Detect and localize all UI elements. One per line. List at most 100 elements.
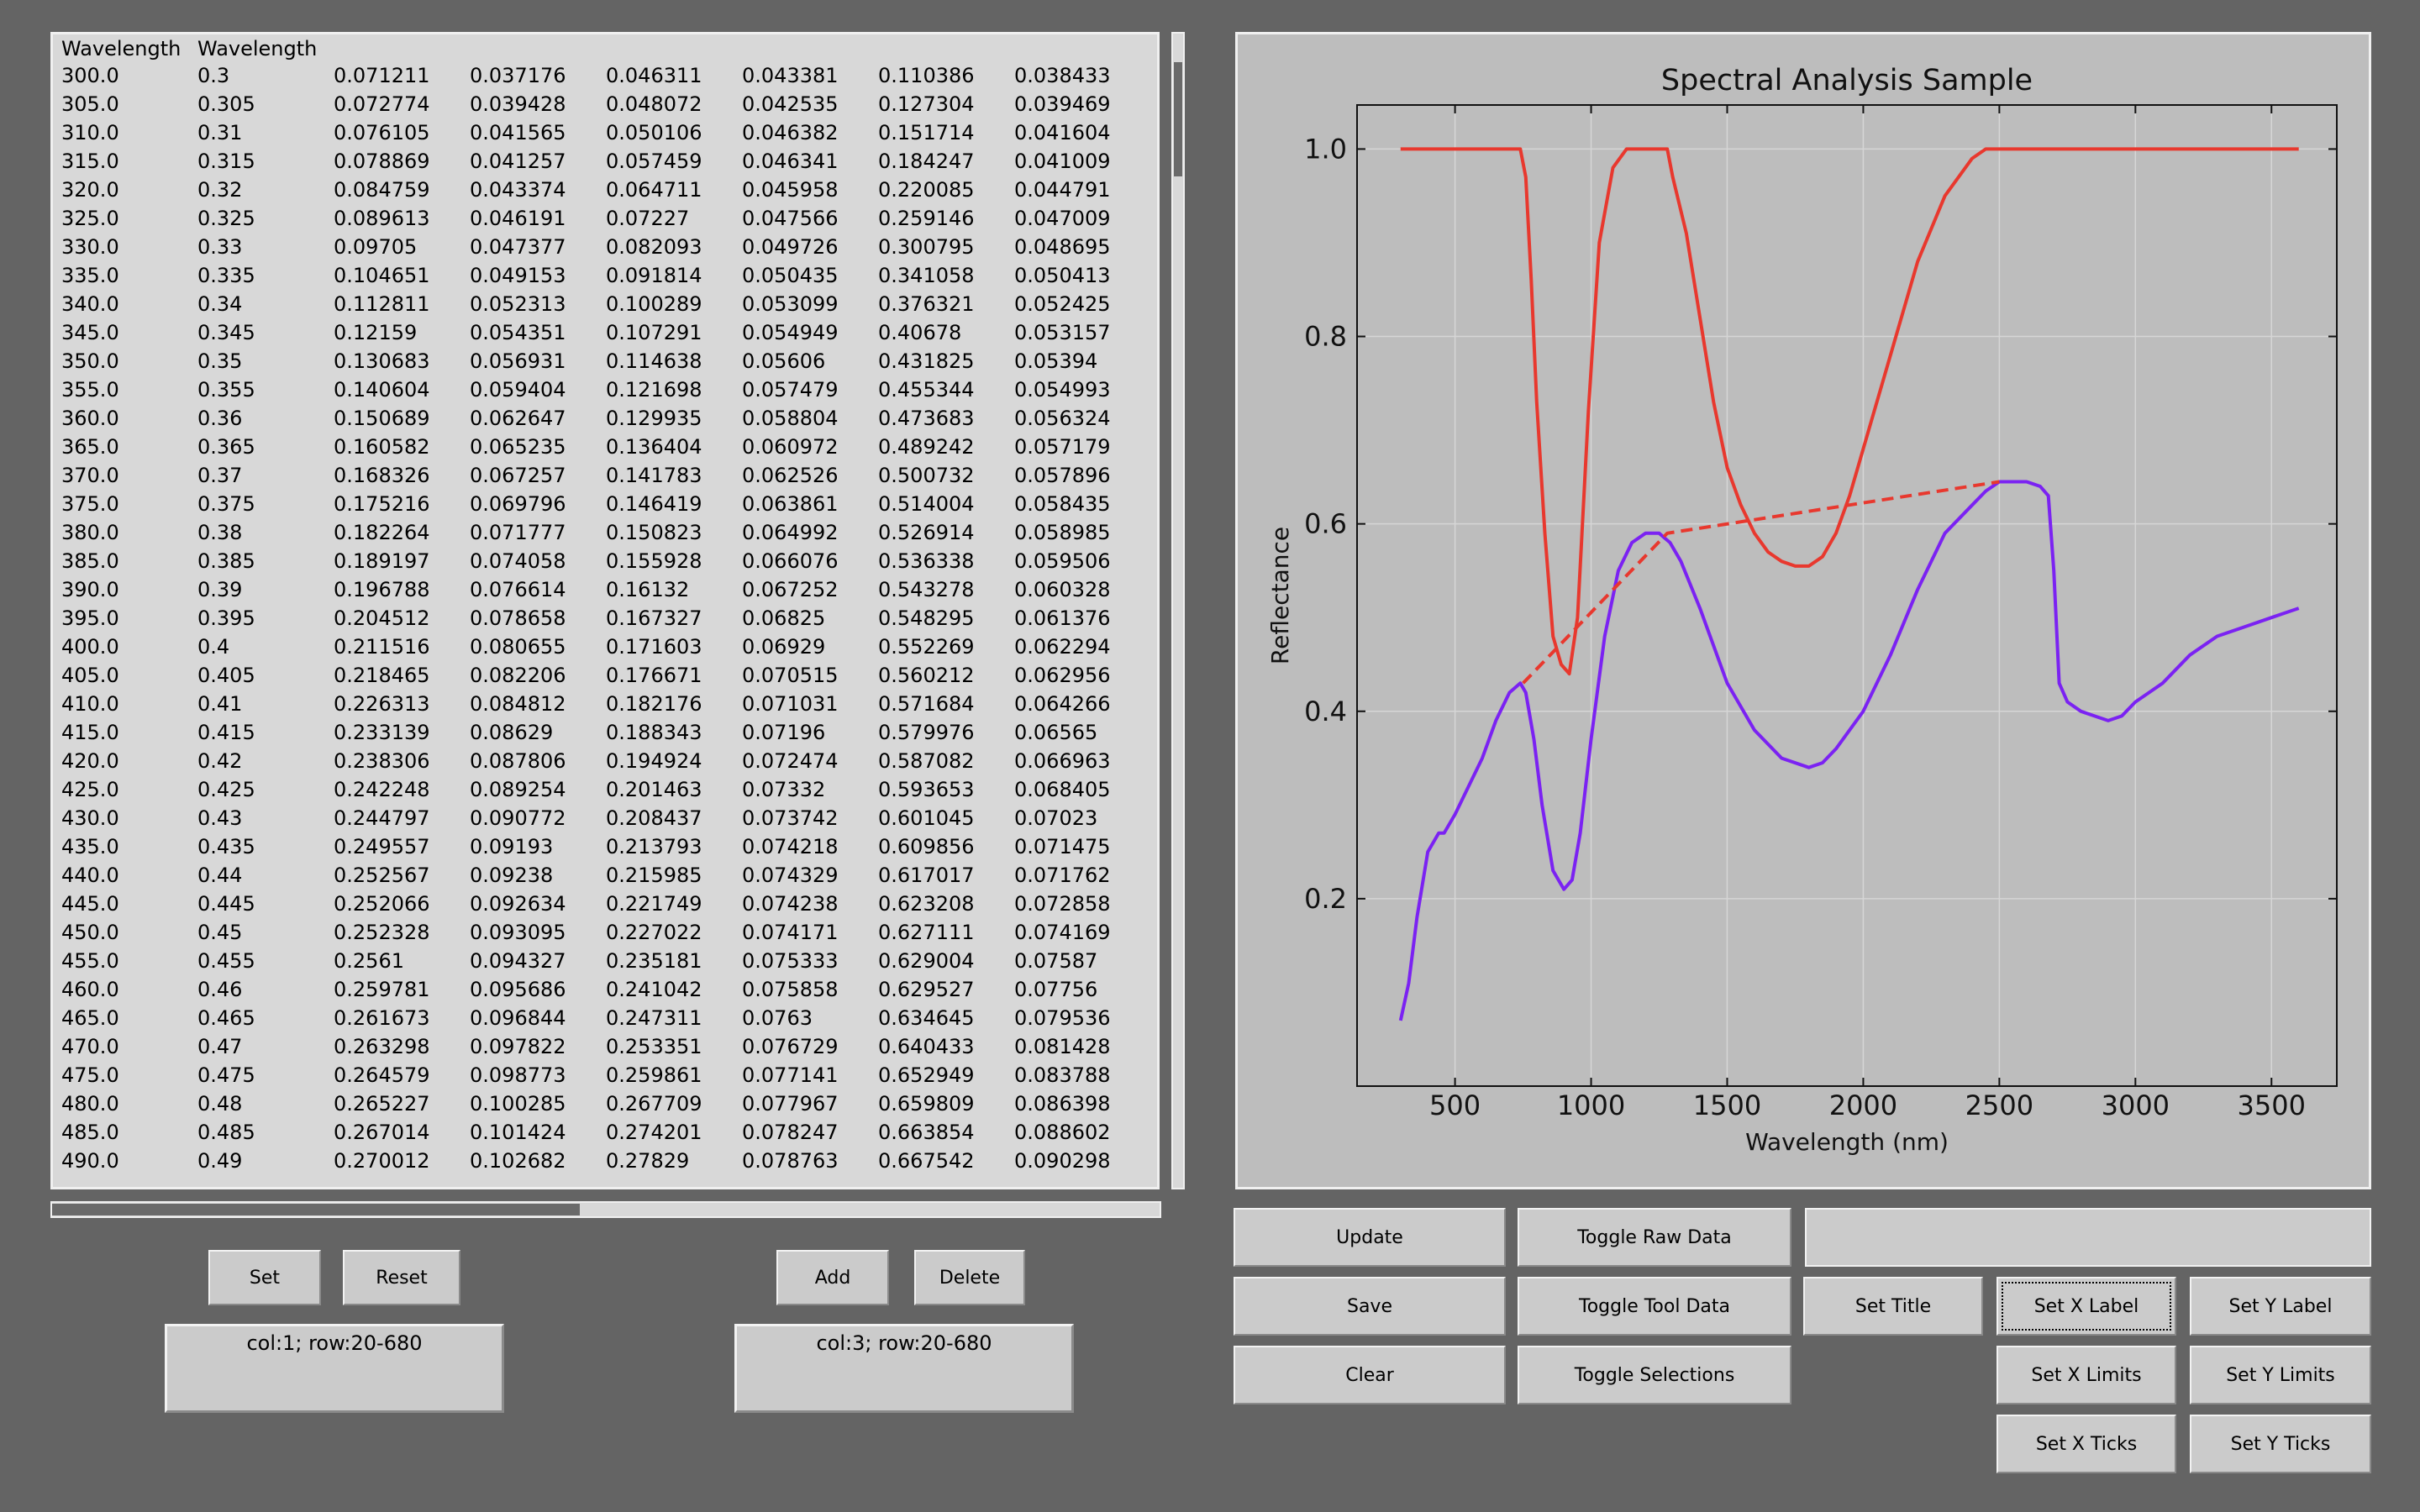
table-row[interactable]: 300.0 0.3 0.071211 0.037176 0.046311 0.043381… (61, 61, 1150, 90)
table-cell[interactable]: 0.663854 (878, 1118, 1014, 1147)
table-cell[interactable]: 0.34 (197, 290, 334, 318)
table-cell[interactable]: 0.052425 (1014, 290, 1150, 318)
table-cell[interactable]: 350.0 (61, 347, 197, 375)
table-cell[interactable]: 0.526914 (878, 518, 1014, 547)
table-cell[interactable]: 0.084812 (470, 690, 606, 718)
table-row[interactable]: 440.0 0.44 0.252567 0.09238 0.215985 0.074329… (61, 861, 1150, 890)
table-cell[interactable]: 0.097822 (470, 1032, 606, 1061)
table-cell[interactable]: 475.0 (61, 1061, 197, 1089)
table-cell[interactable]: 390.0 (61, 575, 197, 604)
table-cell[interactable]: 0.175216 (334, 490, 470, 518)
table-cell[interactable]: 0.06929 (742, 633, 878, 661)
table-cell[interactable]: 0.048072 (606, 90, 742, 118)
table-row[interactable]: 350.0 0.35 0.130683 0.056931 0.114638 0.05606… (61, 347, 1150, 375)
set-y-ticks-button[interactable]: Set Y Ticks (2190, 1415, 2371, 1473)
table-cell[interactable]: 0.073742 (742, 804, 878, 832)
table-cell[interactable]: 0.062294 (1014, 633, 1150, 661)
table-cell[interactable]: 0.560212 (878, 661, 1014, 690)
table-cell[interactable]: 0.485 (197, 1118, 334, 1147)
table-cell[interactable]: 0.221749 (606, 890, 742, 918)
table-cell[interactable]: 0.47 (197, 1032, 334, 1061)
table-cell[interactable]: 0.265227 (334, 1089, 470, 1118)
table-cell[interactable]: 0.634645 (878, 1004, 1014, 1032)
table-cell[interactable]: 0.076614 (470, 575, 606, 604)
table-row[interactable]: 385.0 0.385 0.189197 0.074058 0.155928 0.0660… (61, 547, 1150, 575)
table-cell[interactable]: 330.0 (61, 233, 197, 261)
table-cell[interactable]: 0.141783 (606, 461, 742, 490)
data-table-panel[interactable]: Wavelength Wavelength 300.0 0.3 0.071211 0.0… (50, 32, 1160, 1189)
table-cell[interactable]: 0.151714 (878, 118, 1014, 147)
table-cell[interactable]: 0.101424 (470, 1118, 606, 1147)
table-cell[interactable]: 0.107291 (606, 318, 742, 347)
table-cell[interactable]: 0.074169 (1014, 918, 1150, 947)
table-cell[interactable]: 0.059506 (1014, 547, 1150, 575)
table-cell[interactable]: 0.041009 (1014, 147, 1150, 176)
table-cell[interactable]: 0.071475 (1014, 832, 1150, 861)
table-cell[interactable]: 0.31 (197, 118, 334, 147)
table-row[interactable]: 320.0 0.32 0.084759 0.043374 0.064711 0.04595… (61, 176, 1150, 204)
table-row[interactable]: 450.0 0.45 0.252328 0.093095 0.227022 0.07417… (61, 918, 1150, 947)
table-cell[interactable]: 0.652949 (878, 1061, 1014, 1089)
table-cell[interactable]: 0.244797 (334, 804, 470, 832)
table-cell[interactable]: 0.038433 (1014, 61, 1150, 90)
table-cell[interactable]: 320.0 (61, 176, 197, 204)
table-cell[interactable]: 0.640433 (878, 1032, 1014, 1061)
table-cell[interactable]: 0.050106 (606, 118, 742, 147)
table-cell[interactable]: 0.552269 (878, 633, 1014, 661)
table-cell[interactable]: 0.071211 (334, 61, 470, 90)
table-cell[interactable]: 0.171603 (606, 633, 742, 661)
table-cell[interactable]: 0.072858 (1014, 890, 1150, 918)
table-cell[interactable]: 0.090772 (470, 804, 606, 832)
table-cell[interactable]: 325.0 (61, 204, 197, 233)
table-cell[interactable]: 0.375 (197, 490, 334, 518)
table-cell[interactable]: 0.074238 (742, 890, 878, 918)
table-cell[interactable]: 0.077141 (742, 1061, 878, 1089)
table-cell[interactable]: 0.593653 (878, 775, 1014, 804)
table-cell[interactable]: 0.201463 (606, 775, 742, 804)
table-cell[interactable]: 395.0 (61, 604, 197, 633)
table-cell[interactable]: 0.041565 (470, 118, 606, 147)
table-cell[interactable]: 0.536338 (878, 547, 1014, 575)
table-cell[interactable]: 0.067257 (470, 461, 606, 490)
table-cell[interactable]: 0.07196 (742, 718, 878, 747)
table-cell[interactable]: 0.189197 (334, 547, 470, 575)
table-cell[interactable]: 0.047009 (1014, 204, 1150, 233)
table-cell[interactable]: 0.445 (197, 890, 334, 918)
table-cell[interactable]: 0.3 (197, 61, 334, 90)
column-header[interactable] (1014, 36, 1150, 61)
table-cell[interactable]: 0.062956 (1014, 661, 1150, 690)
table-cell[interactable]: 0.114638 (606, 347, 742, 375)
table-row[interactable]: 395.0 0.395 0.204512 0.078658 0.167327 0.0682… (61, 604, 1150, 633)
table-cell[interactable]: 0.096844 (470, 1004, 606, 1032)
table-cell[interactable]: 450.0 (61, 918, 197, 947)
table-cell[interactable]: 0.087806 (470, 747, 606, 775)
table-cell[interactable]: 0.056931 (470, 347, 606, 375)
table-row[interactable]: 405.0 0.405 0.218465 0.082206 0.176671 0.0705… (61, 661, 1150, 690)
table-cell[interactable]: 365.0 (61, 433, 197, 461)
table-cell[interactable]: 0.053099 (742, 290, 878, 318)
table-row[interactable]: 445.0 0.445 0.252066 0.092634 0.221749 0.0742… (61, 890, 1150, 918)
table-cell[interactable]: 0.091814 (606, 261, 742, 290)
table-cell[interactable]: 0.08629 (470, 718, 606, 747)
table-cell[interactable]: 0.489242 (878, 433, 1014, 461)
table-cell[interactable]: 0.41 (197, 690, 334, 718)
table-cell[interactable]: 0.057459 (606, 147, 742, 176)
table-cell[interactable]: 0.075858 (742, 975, 878, 1004)
table-row[interactable]: 375.0 0.375 0.175216 0.069796 0.146419 0.0638… (61, 490, 1150, 518)
table-cell[interactable]: 0.325 (197, 204, 334, 233)
table-cell[interactable]: 0.098773 (470, 1061, 606, 1089)
table-cell[interactable]: 0.09238 (470, 861, 606, 890)
column-header[interactable] (470, 36, 606, 61)
table-cell[interactable]: 0.267709 (606, 1089, 742, 1118)
table-cell[interactable]: 0.155928 (606, 547, 742, 575)
table-cell[interactable]: 0.043381 (742, 61, 878, 90)
table-cell[interactable]: 0.054351 (470, 318, 606, 347)
table-cell[interactable]: 0.104651 (334, 261, 470, 290)
table-cell[interactable]: 0.060972 (742, 433, 878, 461)
table-cell[interactable]: 0.047377 (470, 233, 606, 261)
table-cell[interactable]: 0.072774 (334, 90, 470, 118)
table-cell[interactable]: 0.184247 (878, 147, 1014, 176)
table-cell[interactable]: 0.076729 (742, 1032, 878, 1061)
table-cell[interactable]: 0.07023 (1014, 804, 1150, 832)
table-cell[interactable]: 0.065235 (470, 433, 606, 461)
